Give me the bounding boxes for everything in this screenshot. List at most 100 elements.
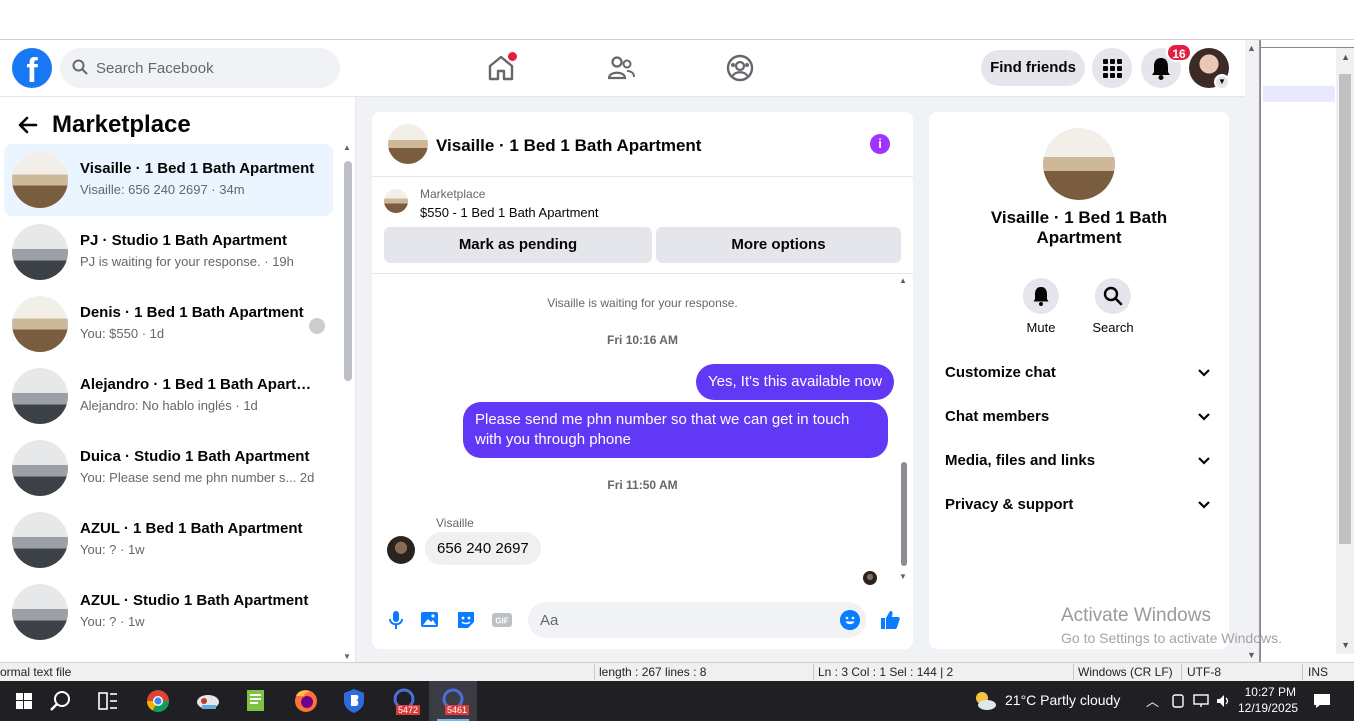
chat-title[interactable]: Visaille · 1 Bed 1 Bath Apartment [436,136,701,156]
taskbar-app[interactable] [184,681,232,721]
gif-icon[interactable]: GIF [490,608,514,632]
activate-windows-subtitle: Go to Settings to activate Windows. [1061,630,1282,646]
firefox-icon [295,690,317,712]
facebook-logo[interactable]: f [12,48,52,88]
clock-date: 12/19/2025 [1238,701,1299,715]
mute-button[interactable]: Mute [1011,278,1071,335]
more-options-button[interactable]: More options [656,227,901,263]
taskbar-chrome[interactable] [134,681,182,721]
sticker-icon[interactable] [454,608,478,632]
outgoing-message[interactable]: Please send me phn number so that we can… [463,402,888,458]
conversation-title: AZUL · 1 Bed 1 Bath Apartment [80,520,303,537]
notifications-badge: 16 [1166,43,1192,62]
chevron-down-icon [1198,457,1210,465]
task-view-button[interactable] [84,681,132,721]
top-navigation: f Find friends [0,40,1256,660]
message-input[interactable] [540,602,830,638]
search-conversation-button[interactable]: Search [1083,278,1143,335]
network-icon[interactable] [1192,693,1210,709]
mark-pending-button[interactable]: Mark as pending [384,227,652,263]
conversation-item[interactable]: Duica · Studio 1 Bath Apartment You: Ple… [4,432,333,504]
chevron-down-icon [1198,413,1210,421]
taskbar-notepad[interactable] [232,681,280,721]
page-title: Marketplace [52,111,191,138]
editor-status-bar: ormal text file length : 267 lines : 8 L… [0,662,1354,681]
microphone-icon[interactable] [384,608,408,632]
system-clock[interactable]: 10:27 PM 12/19/2025 [1238,684,1299,716]
read-receipt-avatar [863,571,877,585]
listing-title[interactable]: $550 - 1 Bed 1 Bath Apartment [420,205,599,220]
photo-icon[interactable] [418,608,442,632]
taskbar-app-5472[interactable]: 5472 [380,681,428,721]
conversation-title: Alejandro · 1 Bed 1 Bath Apartm... [80,376,320,393]
conversation-preview: You: ? · 1w [80,542,145,557]
chevron-up-icon[interactable]: ︿ [1146,691,1159,710]
taskbar-app-5461[interactable]: 5461 [429,681,477,721]
conversation-item[interactable]: Alejandro · 1 Bed 1 Bath Apartm... Aleja… [4,360,333,432]
window-scroll-up-icon[interactable]: ▲ [1247,43,1256,53]
search-button[interactable] [36,681,84,721]
chat-avatar[interactable] [388,124,428,164]
conversation-item[interactable]: Visaille · 1 Bed 1 Bath Apartment Visail… [4,144,333,216]
friends-icon[interactable] [605,52,637,84]
conversation-item[interactable]: PJ · Studio 1 Bath Apartment PJ is waiti… [4,216,333,288]
conversation-preview: You: Please send me phn number s... 2d [80,470,315,485]
privacy-support-section[interactable]: Privacy & support [929,484,1229,528]
menu-button[interactable] [1092,48,1132,88]
conversation-preview: PJ is waiting for your response. · 19h [80,254,294,269]
incoming-message[interactable]: 656 240 2697 [425,532,541,565]
conversation-title: PJ · Studio 1 Bath Apartment [80,232,287,249]
search-input[interactable] [96,48,326,88]
listing-thumbnail [12,512,68,568]
conversation-item[interactable]: AZUL · 1 Bed 1 Bath Apartment You: ? · 1… [4,504,333,576]
window-scroll-down-icon[interactable]: ▼ [1247,650,1256,660]
conversation-list: Visaille · 1 Bed 1 Bath Apartment Visail… [4,144,334,648]
section-label: Privacy & support [945,496,1074,513]
customize-chat-section[interactable]: Customize chat [929,352,1229,396]
editor-scrollbar[interactable] [1336,48,1354,654]
search-label: Search [1092,320,1134,335]
scroll-up-icon[interactable]: ▲ [1341,52,1350,62]
conversation-item[interactable]: Denis · 1 Bed 1 Bath Apartment You: $550… [4,288,333,360]
back-arrow-icon[interactable] [16,113,40,137]
find-friends-button[interactable]: Find friends [981,50,1085,86]
scroll-down-icon[interactable]: ▼ [1341,640,1350,650]
partly-cloudy-icon[interactable] [972,689,998,713]
message-input-field[interactable] [528,602,866,638]
section-label: Chat members [945,408,1050,425]
notepad-icon [247,690,264,711]
taskbar-firefox[interactable] [282,681,330,721]
search-box[interactable] [60,48,340,88]
conversation-avatar[interactable] [1043,128,1115,200]
conversation-title: Duica · Studio 1 Bath Apartment [80,448,310,465]
chevron-down-icon[interactable]: ▼ [1214,74,1230,90]
conversation-preview: Visaille: 656 240 2697 · 34m [80,182,245,197]
groups-icon[interactable] [724,52,756,84]
inbox-scrollbar[interactable]: ▲ ▼ [343,143,353,661]
app-icon [197,695,219,709]
chat-members-section[interactable]: Chat members [929,396,1229,440]
info-icon[interactable]: i [870,134,890,154]
thumbs-up-icon[interactable] [878,608,902,632]
emoji-icon[interactable] [840,610,860,630]
svg-text:GIF: GIF [495,617,508,626]
device-icon[interactable] [1170,693,1186,709]
volume-icon[interactable] [1215,693,1233,709]
facebook-window: f Find friends [0,40,1260,664]
search-icon [1103,286,1123,306]
waiting-notice: Visaille is waiting for your response. [547,296,738,310]
outgoing-message[interactable]: Yes, It's this available now [696,364,895,400]
conversation-item[interactable]: AZUL · Studio 1 Bath Apartment You: ? · … [4,576,333,648]
media-files-links-section[interactable]: Media, files and links [929,440,1229,484]
thread-scrollbar[interactable]: ▲ ▼ [899,274,909,592]
chat-header: Visaille · 1 Bed 1 Bath Apartment i [372,112,913,177]
notification-center-icon[interactable] [1312,692,1332,710]
section-label: Media, files and links [945,452,1096,469]
weather-text[interactable]: 21°C Partly cloudy [1005,692,1120,708]
background-window-top [0,0,1354,40]
windows-taskbar: 5472 5461 21°C Partly cloudy ︿ 10:27 PM … [0,681,1354,721]
listing-thumbnail [384,189,408,213]
taskbar-security-app[interactable] [330,681,378,721]
line-ending: Windows (CR LF) [1078,665,1173,679]
sender-avatar [387,536,415,564]
